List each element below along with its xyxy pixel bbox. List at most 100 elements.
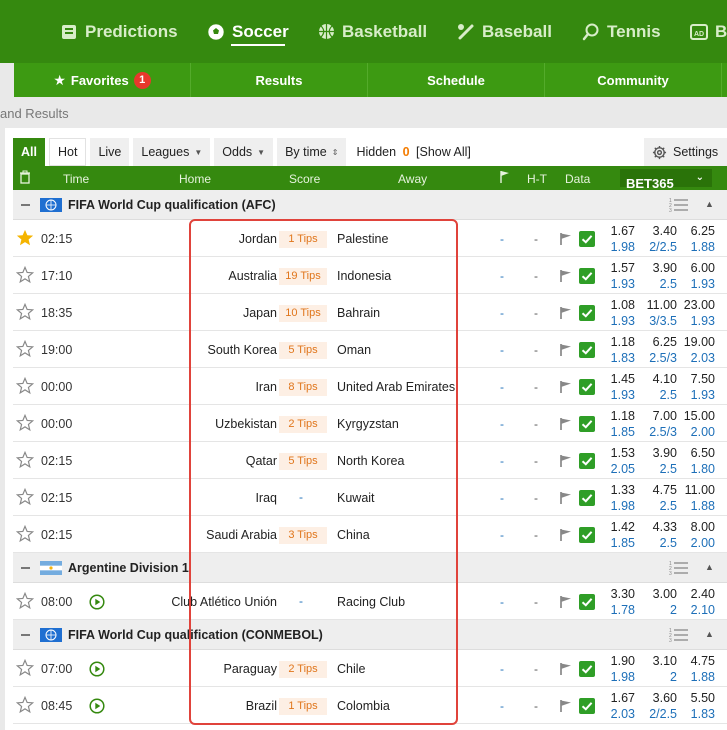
analysis-check-icon[interactable]	[579, 594, 595, 610]
odds-away[interactable]: 7.50 1.93	[677, 371, 715, 403]
league-header[interactable]: FIFA World Cup qualification (AFC) 1 2 3 ▲	[13, 190, 727, 220]
analysis-check-icon[interactable]	[579, 231, 595, 247]
odds-home[interactable]: 1.45 1.93	[597, 371, 635, 403]
collapse-up-icon[interactable]: ▲	[705, 629, 714, 639]
tips-badge[interactable]: 19 Tips	[279, 268, 327, 285]
odds-home[interactable]: 1.67 1.98	[597, 223, 635, 255]
odds-draw[interactable]: 4.75 2.5	[633, 482, 677, 514]
tips-badge[interactable]: 1 Tips	[279, 231, 327, 248]
match-score-link[interactable]: -	[500, 454, 504, 468]
match-score-link[interactable]: -	[500, 306, 504, 320]
ranked-list-icon[interactable]: 123	[669, 559, 689, 580]
flag-icon[interactable]	[559, 417, 573, 431]
home-team[interactable]: Saudi Arabia	[206, 528, 277, 542]
flag-icon[interactable]	[559, 595, 573, 609]
favorite-star-icon[interactable]	[16, 340, 34, 358]
flag-icon[interactable]	[559, 269, 573, 283]
collapse-icon[interactable]	[21, 204, 30, 206]
match-row[interactable]: 02:15 Qatar 5 Tips North Korea - - 1.53 2.05 3.9…	[13, 442, 727, 479]
away-team[interactable]: Chile	[337, 662, 366, 676]
tips-badge[interactable]: 1 Tips	[279, 698, 327, 715]
filter-leagues[interactable]: Leagues ▼	[133, 138, 211, 166]
tips-badge[interactable]: 8 Tips	[279, 379, 327, 396]
tips-badge[interactable]: 5 Tips	[279, 342, 327, 359]
favorite-star-icon[interactable]	[16, 592, 34, 610]
match-score-link[interactable]: -	[500, 343, 504, 357]
flag-icon[interactable]	[559, 380, 573, 394]
tab-favorites[interactable]: ★ Favorites 1	[14, 63, 191, 97]
favorite-star-icon[interactable]	[16, 303, 34, 321]
odds-draw[interactable]: 4.33 2.5	[633, 519, 677, 551]
away-team[interactable]: Bahrain	[337, 306, 380, 320]
show-all-link[interactable]: [Show All]	[416, 145, 471, 159]
flag-icon[interactable]	[559, 491, 573, 505]
favorite-star-icon[interactable]	[16, 266, 34, 284]
odds-draw[interactable]: 3.40 2/2.5	[633, 223, 677, 255]
analysis-check-icon[interactable]	[579, 661, 595, 677]
home-team[interactable]: Jordan	[239, 232, 277, 246]
odds-away[interactable]: 8.00 2.00	[677, 519, 715, 551]
match-row[interactable]: 02:15 Iraq - Kuwait - - 1.33 1.98 4.75 2.5 11.00 1.…	[13, 479, 727, 516]
odds-draw[interactable]: 3.90 2.5	[633, 260, 677, 292]
odds-away[interactable]: 11.00 1.88	[677, 482, 715, 514]
favorite-star-icon[interactable]	[16, 525, 34, 543]
odds-draw[interactable]: 3.90 2.5	[633, 445, 677, 477]
filter-live[interactable]: Live	[90, 138, 130, 166]
tips-badge[interactable]: 2 Tips	[279, 416, 327, 433]
match-score-link[interactable]: -	[500, 595, 504, 609]
tips-badge[interactable]: 2 Tips	[279, 661, 327, 678]
nav-baseball[interactable]: Baseball	[457, 0, 552, 63]
match-score-link[interactable]: -	[500, 662, 504, 676]
flag-icon[interactable]	[559, 528, 573, 542]
flag-icon[interactable]	[559, 306, 573, 320]
home-team[interactable]: South Korea	[208, 343, 278, 357]
live-stream-icon[interactable]	[89, 594, 105, 610]
tab-results[interactable]: Results	[191, 63, 368, 97]
favorite-star-icon[interactable]	[16, 659, 34, 677]
odds-draw[interactable]: 3.00 2	[633, 586, 677, 618]
collapse-icon[interactable]	[21, 567, 30, 569]
home-team[interactable]: Club Atlético Unión	[171, 595, 277, 609]
analysis-check-icon[interactable]	[579, 453, 595, 469]
match-row[interactable]: 18:35 Japan 10 Tips Bahrain - - 1.08 1.93 11.00 3…	[13, 294, 727, 331]
odds-away[interactable]: 15.00 2.00	[677, 408, 715, 440]
collapse-up-icon[interactable]: ▲	[705, 199, 714, 209]
analysis-check-icon[interactable]	[579, 379, 595, 395]
odds-draw[interactable]: 6.25 2.5/3	[633, 334, 677, 366]
home-team[interactable]: Qatar	[246, 454, 277, 468]
away-team[interactable]: Indonesia	[337, 269, 391, 283]
league-header[interactable]: FIFA World Cup qualification (CONMEBOL) 1…	[13, 620, 727, 650]
tab-schedule[interactable]: Schedule	[368, 63, 545, 97]
odds-home[interactable]: 1.53 2.05	[597, 445, 635, 477]
nav-basketball[interactable]: Basketball	[317, 0, 427, 63]
home-team[interactable]: Brazil	[246, 699, 277, 713]
filter-all[interactable]: All	[13, 138, 45, 166]
analysis-check-icon[interactable]	[579, 490, 595, 506]
tips-badge[interactable]: 5 Tips	[279, 453, 327, 470]
trash-icon[interactable]	[19, 170, 31, 187]
tips-badge[interactable]: 10 Tips	[279, 305, 327, 322]
away-team[interactable]: Racing Club	[337, 595, 405, 609]
ranked-list-icon[interactable]: 123	[669, 626, 689, 647]
filter-hot[interactable]: Hot	[48, 138, 87, 166]
odds-draw[interactable]: 4.10 2.5	[633, 371, 677, 403]
flag-icon[interactable]	[559, 343, 573, 357]
odds-away[interactable]: 2.40 2.10	[677, 586, 715, 618]
odds-home[interactable]: 1.18 1.83	[597, 334, 635, 366]
odds-home[interactable]: 1.57 1.93	[597, 260, 635, 292]
live-stream-icon[interactable]	[89, 661, 105, 677]
home-team[interactable]: Australia	[228, 269, 277, 283]
away-team[interactable]: Kuwait	[337, 491, 375, 505]
filter-odds[interactable]: Odds ▼	[214, 138, 274, 166]
league-header[interactable]: Argentine Division 1 1 2 3 ▲	[13, 553, 727, 583]
match-row[interactable]: 17:10 Australia 19 Tips Indonesia - - 1.57 1.93…	[13, 257, 727, 294]
odds-home[interactable]: 1.08 1.93	[597, 297, 635, 329]
analysis-check-icon[interactable]	[579, 342, 595, 358]
match-row[interactable]: 02:15 Jordan 1 Tips Palestine - - 1.67 1.98 3.40…	[13, 220, 727, 257]
tips-badge[interactable]: 3 Tips	[279, 527, 327, 544]
match-row[interactable]: 00:00 Uzbekistan 2 Tips Kyrgyzstan - - 1.18 1.8…	[13, 405, 727, 442]
odds-away[interactable]: 4.75 1.88	[677, 653, 715, 685]
home-team[interactable]: Japan	[243, 306, 277, 320]
home-team[interactable]: Iran	[255, 380, 277, 394]
favorite-star-icon[interactable]	[16, 488, 34, 506]
